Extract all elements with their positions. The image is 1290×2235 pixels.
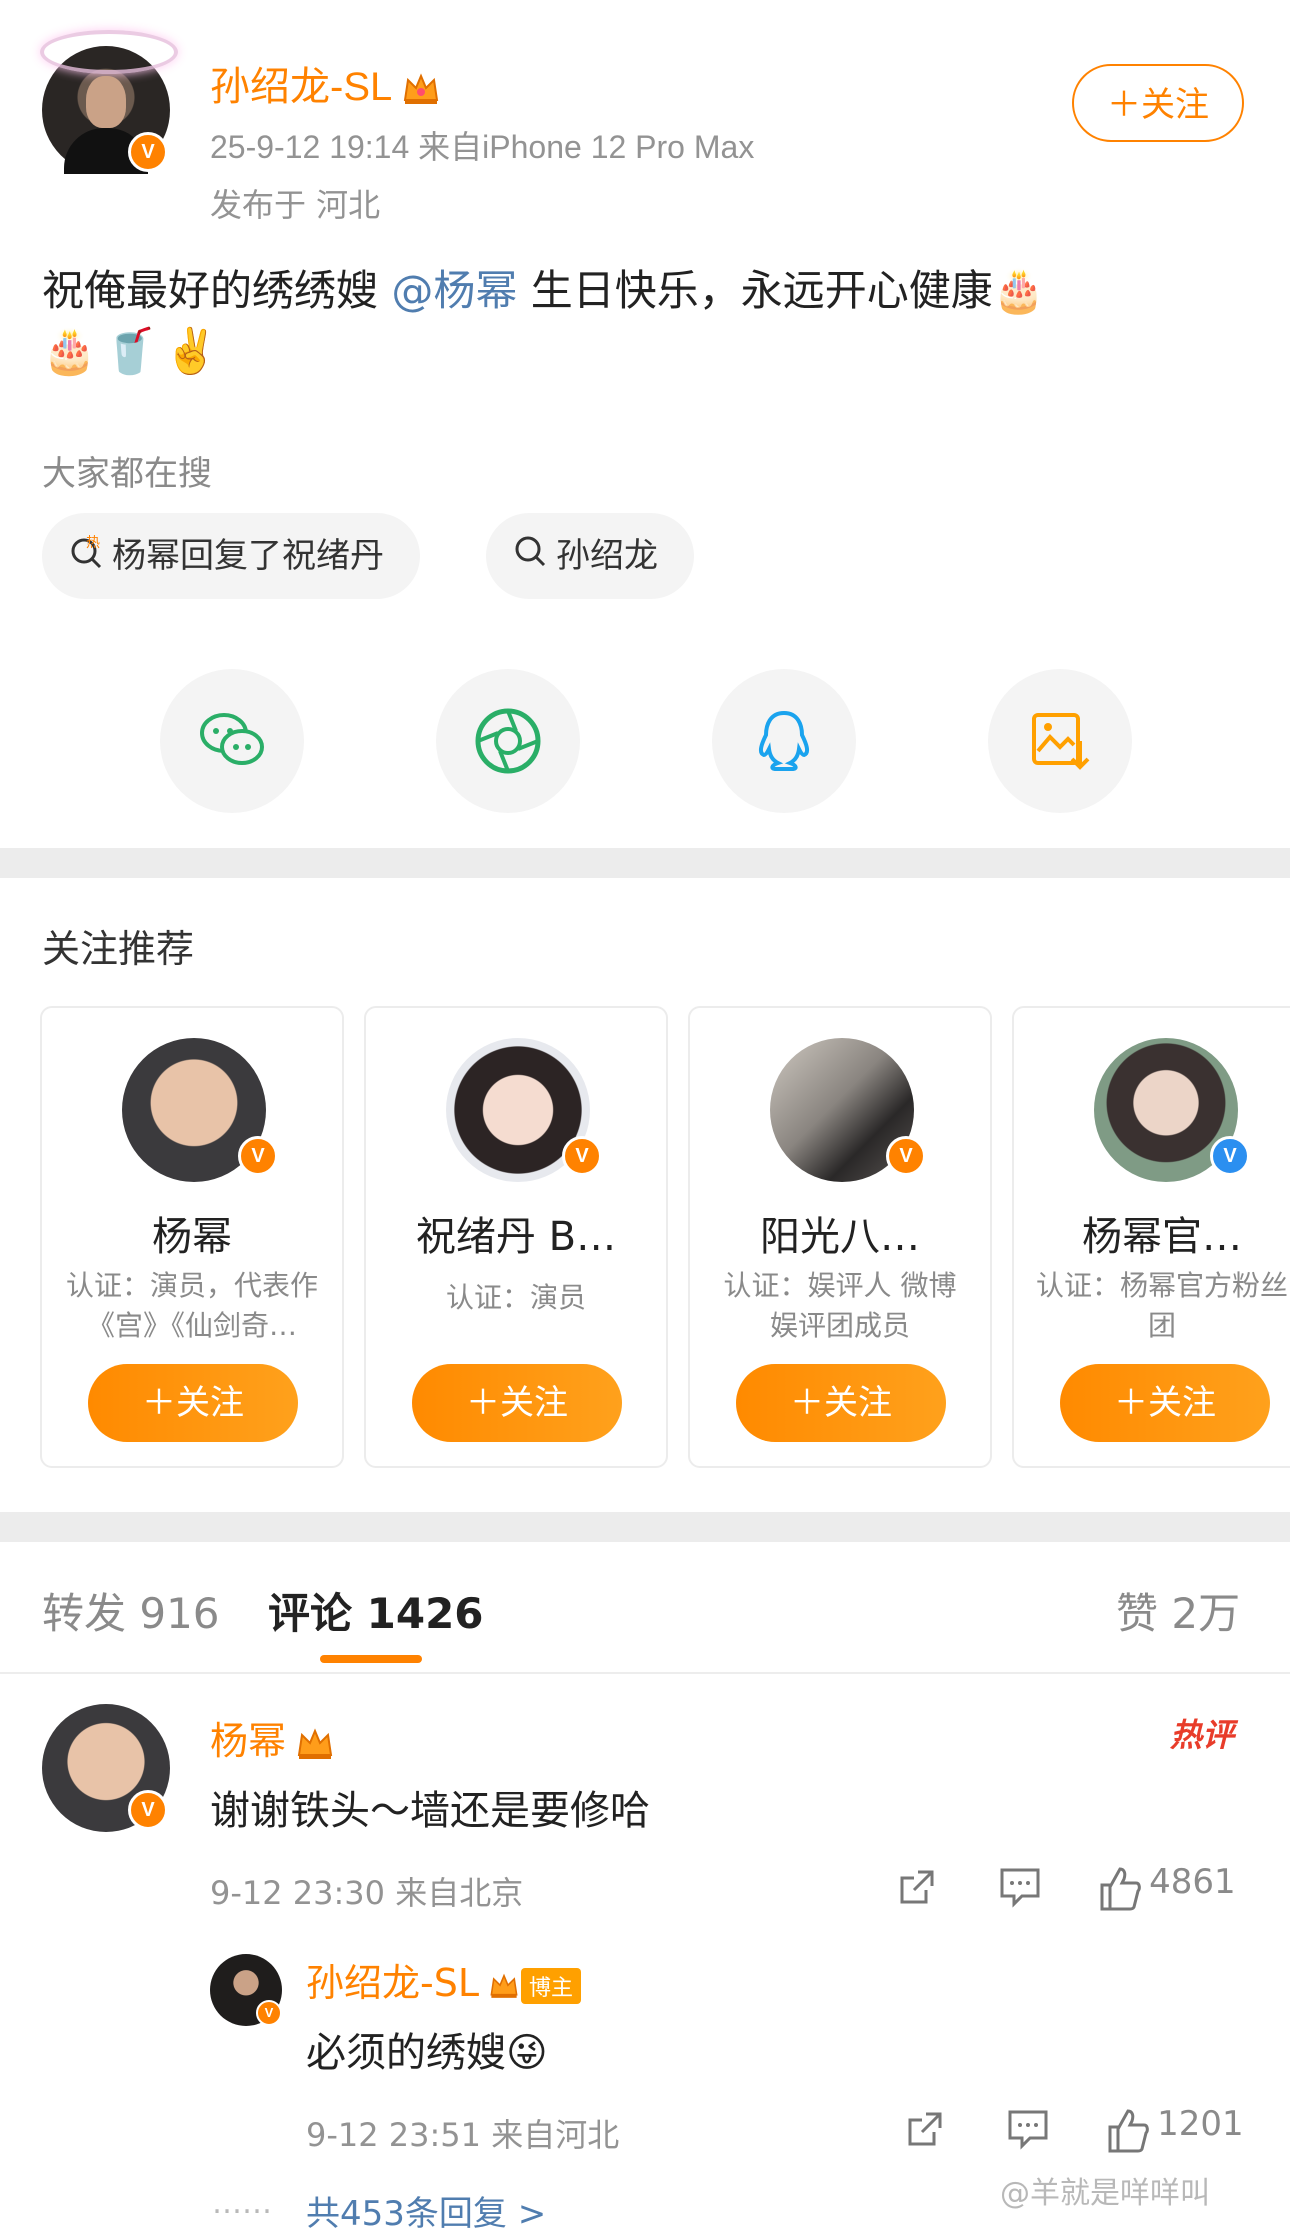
- search-chip-label: 杨幂回复了祝绪丹: [112, 536, 384, 576]
- post-text-after: 生日快乐，永远开心健康🎂: [517, 266, 1046, 315]
- tab-divider: [0, 1672, 1290, 1674]
- comment-meta: 9-12 23:30 来自北京: [210, 1874, 524, 1912]
- recommend-card[interactable]: V 阳光八… 认证：娱评人 微博娱评团成员 ＋关注: [688, 1006, 992, 1468]
- comment-like-count: 4861: [1149, 1862, 1236, 1902]
- thumbs-up-icon: [1100, 1866, 1141, 1910]
- hot-search-icon: 热: [70, 515, 104, 601]
- comment-text: 谢谢铁头～墙还是要修哈: [210, 1788, 650, 1834]
- section-divider: [0, 848, 1290, 878]
- verified-badge-icon: V: [886, 1136, 926, 1176]
- comment-author[interactable]: 杨幂: [210, 1710, 334, 1765]
- reply-reply-button[interactable]: [1006, 2108, 1050, 2154]
- author-name-text[interactable]: 孙绍龙-SL: [210, 65, 392, 109]
- post-location: 发布于 河北: [210, 186, 381, 224]
- reply-avatar[interactable]: V: [210, 1954, 282, 2026]
- wechat-icon: [200, 713, 264, 765]
- comment-icon: [1000, 1868, 1040, 1908]
- crown-icon: [490, 1973, 518, 1998]
- comment-icon: [1008, 2110, 1048, 2150]
- hot-comment-badge: 热评: [1170, 1716, 1235, 1754]
- search-chip-name[interactable]: 孙绍龙: [486, 513, 694, 599]
- watermark: @羊就是咩咩叫: [1000, 2176, 1210, 2211]
- comment-reply-button[interactable]: [998, 1866, 1042, 1912]
- recommend-title: 关注推荐: [42, 927, 195, 971]
- recommend-card[interactable]: V 祝绪丹 B… 认证：演员 ＋关注: [364, 1006, 668, 1468]
- search-chip-label: 孙绍龙: [556, 536, 658, 576]
- mention-link[interactable]: @杨幂: [391, 266, 517, 315]
- card-name: 杨幂官…: [1082, 1214, 1242, 1260]
- recommend-card[interactable]: V 杨幂官… 认证：杨幂官方粉丝团 ＋关注: [1012, 1006, 1290, 1468]
- crown-icon: [404, 73, 439, 105]
- comment-share-button[interactable]: [896, 1866, 938, 1912]
- moments-icon: [475, 708, 541, 774]
- reply-meta: 9-12 23:51 来自河北: [306, 2116, 620, 2154]
- save-image-button[interactable]: [988, 669, 1132, 813]
- tab-repost[interactable]: 转发 916: [42, 1580, 220, 1641]
- post-emoji-line: 🎂🥤✌️: [42, 326, 225, 377]
- reply-text: 必须的绣嫂😜: [306, 2030, 548, 2076]
- card-desc: 认证：娱评人 微博娱评团成员: [723, 1269, 957, 1342]
- section-divider: [0, 1512, 1290, 1542]
- share-moments-button[interactable]: [436, 669, 580, 813]
- avatar-face: [86, 76, 126, 128]
- author-tag-badge: 博主: [521, 1967, 582, 2004]
- crown-icon: [297, 1727, 333, 1759]
- verified-badge-icon: V: [562, 1136, 602, 1176]
- reply-like-button[interactable]: 1201: [1104, 2104, 1244, 2155]
- recommend-card[interactable]: V 杨幂 认证：演员，代表作《宫》《仙剑奇… ＋关注: [40, 1006, 344, 1468]
- share-qq-button[interactable]: [712, 669, 856, 813]
- search-section-title: 大家都在搜: [42, 454, 212, 494]
- thumbs-up-icon: [1108, 2108, 1149, 2152]
- active-tab-indicator: [320, 1655, 422, 1663]
- more-replies-link[interactable]: 共453条回复 >: [306, 2186, 546, 2235]
- card-name: 祝绪丹 B…: [415, 1214, 617, 1260]
- comment-avatar[interactable]: V: [42, 1704, 170, 1832]
- svg-text:热: 热: [86, 535, 100, 551]
- reply-author[interactable]: 孙绍龙-SL 博主: [306, 1952, 582, 2007]
- card-follow-button[interactable]: ＋关注: [1060, 1364, 1270, 1442]
- reply-share-button[interactable]: [904, 2108, 946, 2154]
- verified-badge-icon: V: [128, 1790, 168, 1830]
- tab-likes[interactable]: 赞 2万: [1116, 1580, 1240, 1641]
- card-follow-button[interactable]: ＋关注: [736, 1364, 946, 1442]
- card-follow-button[interactable]: ＋关注: [412, 1364, 622, 1442]
- comment-author-name[interactable]: 杨幂: [210, 1719, 286, 1763]
- qq-icon: [758, 710, 810, 771]
- verified-badge-icon: V: [128, 132, 168, 172]
- author-name[interactable]: 孙绍龙-SL: [210, 54, 440, 112]
- card-follow-button[interactable]: ＋关注: [88, 1364, 298, 1442]
- card-desc: 认证：演员: [445, 1281, 586, 1314]
- reply-like-count: 1201: [1157, 2104, 1244, 2144]
- verified-badge-icon: V: [238, 1136, 278, 1176]
- share-wechat-button[interactable]: [160, 669, 304, 813]
- share-icon: [908, 2112, 942, 2146]
- reply-author-name[interactable]: 孙绍龙-SL: [306, 1961, 479, 2005]
- card-desc: 认证：演员，代表作《宫》《仙剑奇…: [65, 1269, 318, 1342]
- verified-badge-icon: V: [1210, 1136, 1250, 1176]
- share-icon: [900, 1870, 934, 1904]
- card-desc: 认证：杨幂官方粉丝团: [1036, 1269, 1289, 1342]
- post-body: 祝俺最好的绣绣嫂 @杨幂 生日快乐，永远开心健康🎂: [42, 256, 1252, 326]
- card-name: 阳光八…: [760, 1214, 920, 1260]
- search-chip-hot[interactable]: 热杨幂回复了祝绪丹: [42, 513, 420, 599]
- verified-badge-icon: V: [256, 2000, 282, 2026]
- author-avatar[interactable]: V: [40, 30, 178, 174]
- search-icon: [514, 515, 548, 601]
- post-text-before: 祝俺最好的绣绣嫂: [42, 266, 392, 315]
- reply-thread-dots: ……: [212, 2186, 272, 2221]
- post-meta: 25-9-12 19:14 来自iPhone 12 Pro Max: [210, 129, 755, 165]
- comment-like-button[interactable]: 4861: [1096, 1862, 1236, 1913]
- save-image-icon: [1032, 713, 1090, 770]
- card-name: 杨幂: [152, 1214, 232, 1260]
- halo-decoration: [40, 30, 178, 74]
- tab-comments[interactable]: 评论 1426: [268, 1580, 484, 1641]
- follow-button[interactable]: ＋关注: [1072, 64, 1244, 142]
